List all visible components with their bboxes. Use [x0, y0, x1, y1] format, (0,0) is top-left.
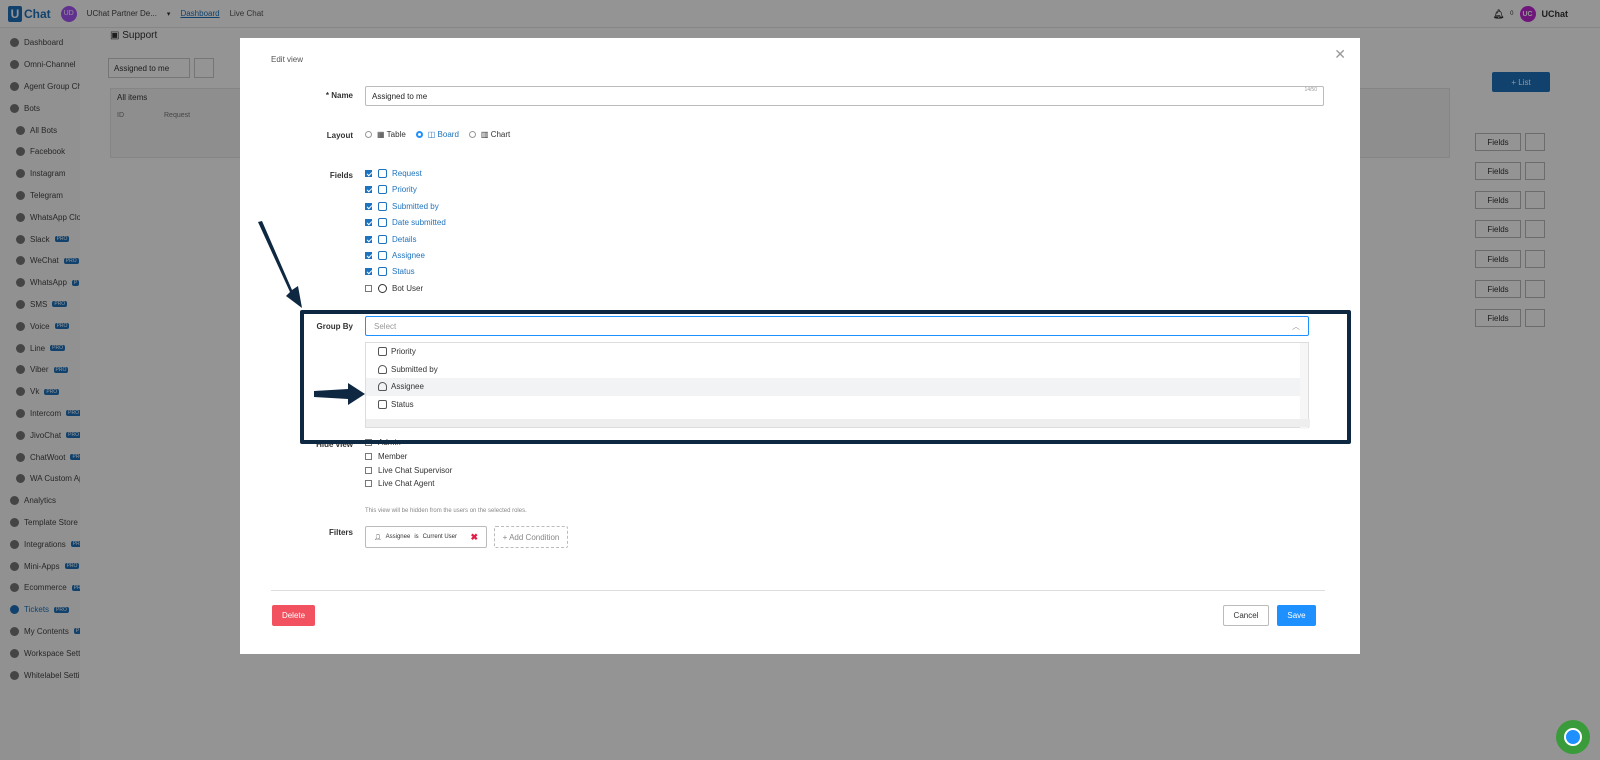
checkbox[interactable] [365, 452, 372, 460]
filter-condition[interactable]: 👤︎ Assignee is Current User ✖ [365, 526, 487, 548]
fields-label: Fields [329, 171, 353, 180]
checkbox[interactable] [365, 186, 372, 194]
field-status[interactable]: Status [365, 267, 415, 277]
user-icon: 👤︎ [374, 534, 382, 541]
checkbox[interactable] [365, 202, 372, 210]
field-type-icon [378, 251, 387, 260]
save-button[interactable]: Save [1277, 605, 1316, 626]
field-type-icon [378, 201, 387, 211]
radio-icon[interactable] [468, 131, 476, 139]
field-type-icon [378, 218, 387, 228]
layout-option-table[interactable]: ▦ Table [365, 130, 406, 139]
cancel-button[interactable]: Cancel [1223, 605, 1269, 626]
checkbox[interactable] [365, 235, 372, 243]
checkbox[interactable] [365, 268, 372, 276]
delete-button[interactable]: Delete [272, 605, 315, 626]
field-priority[interactable]: Priority [365, 185, 417, 195]
checkbox[interactable] [365, 466, 372, 474]
table-icon: ▦ [377, 130, 387, 139]
radio-icon[interactable] [365, 131, 372, 139]
field-details[interactable]: Details [365, 234, 416, 244]
checkbox[interactable] [365, 219, 372, 227]
remove-filter-icon[interactable]: ✖ [470, 532, 478, 543]
field-request[interactable]: Request [365, 169, 422, 178]
checkbox[interactable] [365, 170, 372, 177]
checkbox[interactable] [365, 252, 372, 259]
role-member[interactable]: Member [365, 452, 407, 461]
field-submitted-by[interactable]: Submitted by [365, 201, 439, 211]
role-live-chat-agent[interactable]: Live Chat Agent [365, 479, 434, 488]
modal-title: Edit view [271, 55, 304, 64]
close-icon[interactable]: ✕ [1334, 46, 1346, 63]
chat-widget-button[interactable] [1556, 720, 1590, 754]
field-type-icon [378, 169, 387, 178]
field-type-icon [378, 267, 387, 277]
role-live-chat-supervisor[interactable]: Live Chat Supervisor [365, 466, 452, 475]
highlight-frame [300, 310, 1351, 444]
layout-option-board[interactable]: ◫ Board [415, 130, 459, 139]
field-bot-user[interactable]: Bot User [365, 283, 423, 293]
chat-icon [1564, 728, 1582, 746]
checkbox[interactable] [365, 284, 372, 292]
field-type-icon [378, 234, 387, 244]
add-condition-button[interactable]: + Add Condition [494, 526, 568, 548]
radio-icon[interactable] [415, 131, 423, 139]
layout-options: ▦ Table ◫ Board ▥ Chart [365, 130, 510, 139]
name-counter: 14/50 [1304, 87, 1317, 93]
layout-option-chart[interactable]: ▥ Chart [468, 130, 510, 139]
board-icon: ◫ [427, 130, 438, 139]
layout-label: Layout [326, 131, 353, 140]
hide-hint: This view will be hidden from the users … [365, 508, 527, 514]
name-input[interactable]: Assigned to me 14/50 [365, 86, 1324, 106]
field-assignee[interactable]: Assignee [365, 251, 425, 260]
chart-icon: ▥ [480, 130, 491, 139]
footer-divider [271, 590, 1325, 591]
filters-label: Filters [328, 528, 353, 537]
field-type-icon [378, 283, 387, 293]
field-date-submitted[interactable]: Date submitted [365, 218, 446, 228]
field-type-icon [378, 185, 387, 195]
name-label: * Name [325, 91, 353, 100]
checkbox[interactable] [365, 480, 372, 488]
